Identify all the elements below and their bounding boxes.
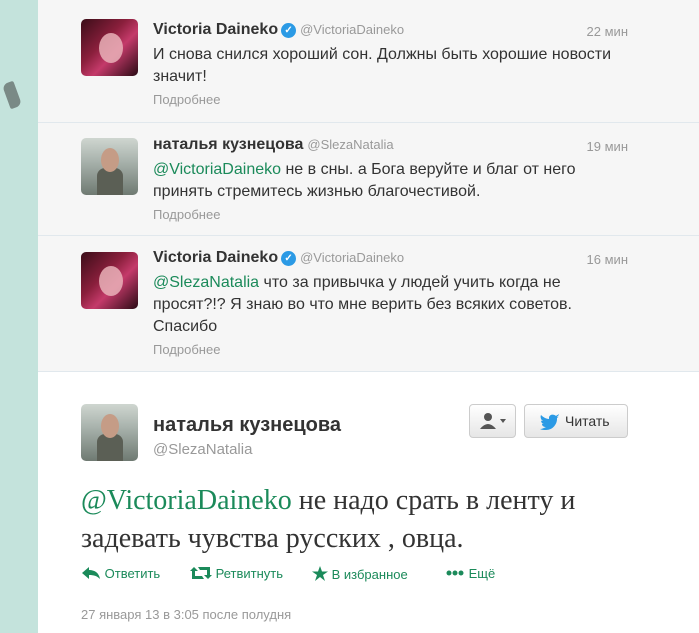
timestamp[interactable]: 19 мин [587,139,628,154]
list-item[interactable]: наталья кузнецова @SlezaNatalia 19 мин @V… [38,123,699,236]
main-author-handle[interactable]: @SlezaNatalia [153,441,252,458]
main-tweet-text: @VictoriaDaineko не надо срать в ленту и… [81,482,681,558]
author-name[interactable]: Victoria Daineko [153,21,278,38]
retweet-button[interactable]: Ретвитнуть [190,566,283,581]
main-avatar[interactable] [81,404,138,461]
star-icon [312,566,328,581]
avatar[interactable] [81,19,138,76]
reply-label: Ответить [104,566,161,581]
author-name[interactable]: наталья кузнецова [153,136,303,153]
verified-icon: ✓ [281,251,297,266]
dots-icon [446,570,464,576]
list-item[interactable]: Victoria Daineko ✓ @VictoriaDaineko 16 мин… [38,236,699,372]
background-decoration [1,80,23,110]
details-link[interactable]: Подробнее [153,342,220,357]
reply-icon [82,567,100,579]
author-handle[interactable]: @SlezaNatalia [307,137,393,152]
author-handle[interactable]: @VictoriaDaineko [300,22,404,37]
details-link[interactable]: Подробнее [153,207,220,222]
author-name[interactable]: Victoria Daineko [153,249,278,266]
list-item[interactable]: Victoria Daineko ✓ @VictoriaDaineko 22 мин… [38,0,699,123]
timestamp[interactable]: 22 мин [587,24,628,39]
tweet-date[interactable]: 27 января 13 в 3:05 после полудня [81,607,291,622]
avatar[interactable] [81,252,138,309]
follow-button[interactable]: Читать [524,404,628,438]
reply-button[interactable]: Ответить [81,566,160,581]
twitter-bird-icon [540,414,560,430]
favorite-label: В избранное [331,567,408,582]
user-actions-button[interactable] [469,404,516,438]
retweet-icon [190,567,212,579]
follow-label: Читать [565,413,610,429]
tweet-author[interactable]: Victoria Daineko ✓ @VictoriaDaineko [153,21,404,39]
chevron-down-icon [500,419,506,423]
main-mention-link[interactable]: @VictoriaDaineko [81,485,292,516]
retweet-label: Ретвитнуть [215,566,284,581]
favorite-button[interactable]: В избранное [312,566,408,582]
timestamp[interactable]: 16 мин [587,252,628,267]
verified-icon: ✓ [281,23,297,38]
tweet-author[interactable]: Victoria Daineko ✓ @VictoriaDaineko [153,249,404,267]
avatar[interactable] [81,138,138,195]
tweet-text: @VictoriaDaineko не в сны. а Бога веруйт… [153,159,633,203]
main-author-name[interactable]: наталья кузнецова [153,414,341,437]
mention-link[interactable]: @VictoriaDaineko [153,161,281,178]
user-icon [480,413,506,429]
tweet-body: И снова снился хороший сон. Должны быть … [153,46,612,85]
tweet-panel: Victoria Daineko ✓ @VictoriaDaineko 22 мин… [38,0,699,633]
details-link[interactable]: Подробнее [153,92,220,107]
mention-link[interactable]: @SlezaNatalia [153,274,259,291]
tweet-text: @SlezaNatalia что за привычка у людей уч… [153,272,633,338]
more-button[interactable]: Ещё [445,566,495,581]
author-handle[interactable]: @VictoriaDaineko [300,250,404,265]
tweet-author[interactable]: наталья кузнецова @SlezaNatalia [153,136,394,154]
tweet-text: И снова снился хороший сон. Должны быть … [153,44,633,88]
more-label: Ещё [468,566,496,581]
